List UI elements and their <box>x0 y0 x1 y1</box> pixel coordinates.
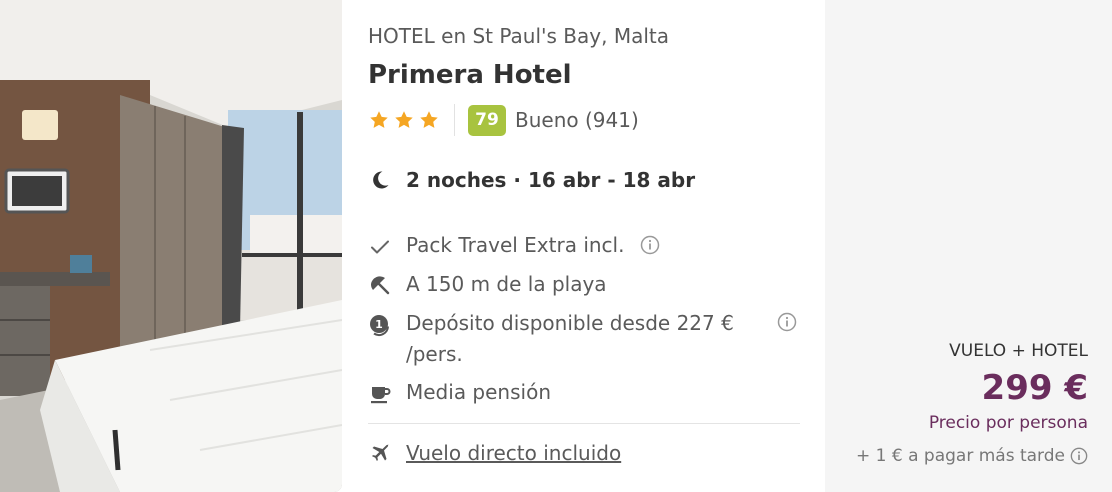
feature-beach-distance: A 150 m de la playa <box>368 272 607 300</box>
feature-text: Pack Travel Extra incl. <box>406 233 625 257</box>
airplane-icon <box>372 444 389 461</box>
pay-later-note: + 1 € a pagar más tarde <box>856 446 1088 466</box>
divider <box>368 423 800 424</box>
star-rating <box>368 109 440 131</box>
hotel-location: HOTEL en St Paul's Bay, Malta <box>368 24 669 48</box>
beach-umbrella-icon <box>370 276 390 295</box>
nights-label: 2 noches · 16 abr - 18 abr <box>406 168 696 192</box>
hotel-card[interactable]: HOTEL en St Paul's Bay, Malta Primera Ho… <box>0 0 825 492</box>
pay-later-text: + 1 € a pagar más tarde <box>856 446 1065 466</box>
direct-flight-link[interactable]: Vuelo directo incluido <box>368 441 621 465</box>
rating-row: 79 Bueno (941) <box>368 103 639 137</box>
moon-icon <box>373 171 389 189</box>
review-summary[interactable]: Bueno (941) <box>515 108 639 132</box>
coffee-cup-icon <box>371 387 391 404</box>
price-per-person-label: Precio por persona <box>928 413 1088 433</box>
score-badge: 79 <box>468 104 506 136</box>
hotel-info: HOTEL en St Paul's Bay, Malta Primera Ho… <box>368 0 808 492</box>
feature-meal-plan: Media pensión <box>368 380 551 408</box>
flight-label[interactable]: Vuelo directo incluido <box>406 441 621 465</box>
info-icon[interactable] <box>1070 447 1088 465</box>
hotel-name[interactable]: Primera Hotel <box>368 60 572 90</box>
deposit-coin-icon: 1 <box>370 315 389 337</box>
star-icon <box>370 111 388 128</box>
feature-text: Media pensión <box>406 380 551 404</box>
feature-pack-travel: Pack Travel Extra incl. <box>368 233 624 261</box>
star-icon <box>395 111 413 128</box>
feature-deposit: 1 Depósito disponible desde 227 € /pers. <box>368 311 748 370</box>
hotel-room-photo[interactable] <box>0 0 342 492</box>
info-icon[interactable] <box>640 235 660 255</box>
feature-text: A 150 m de la playa <box>406 272 607 296</box>
price-panel: VUELO + HOTEL 299 € Precio por persona +… <box>828 0 1088 492</box>
feature-text: Depósito disponible desde 227 € /pers. <box>406 311 734 366</box>
price[interactable]: 299 € <box>982 368 1088 408</box>
stay-dates: 2 noches · 16 abr - 18 abr <box>368 168 695 192</box>
package-type: VUELO + HOTEL <box>949 341 1088 361</box>
rating-divider <box>454 104 455 136</box>
svg-text:1: 1 <box>375 318 383 331</box>
star-icon <box>420 111 438 128</box>
check-icon <box>371 240 389 254</box>
info-icon[interactable] <box>777 312 797 332</box>
